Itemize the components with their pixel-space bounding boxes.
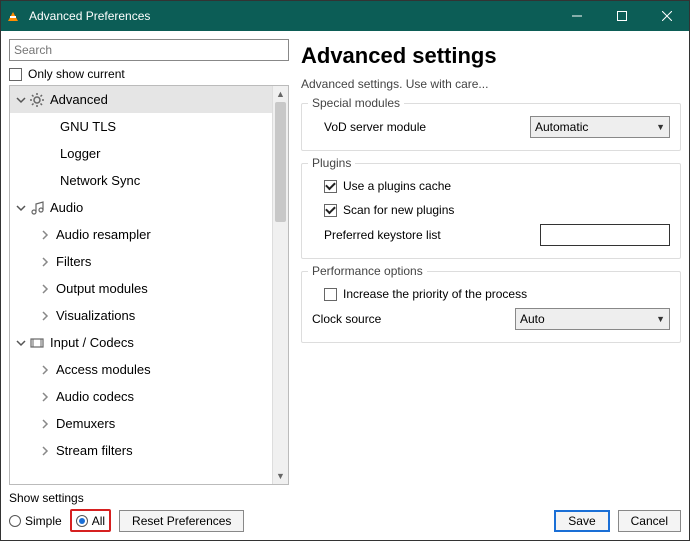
- chevron-right-icon: [38, 365, 52, 375]
- tree-item-stream-filters[interactable]: Stream filters: [10, 437, 272, 464]
- gear-icon: [28, 92, 46, 108]
- chevron-down-icon: ▼: [656, 314, 665, 324]
- chevron-down-icon: ▼: [656, 122, 665, 132]
- chevron-right-icon: [38, 419, 52, 429]
- group-plugins: Plugins Use a plugins cache Scan for new…: [301, 163, 681, 259]
- tree-item-logger[interactable]: Logger: [10, 140, 272, 167]
- tree-item-label: Input / Codecs: [46, 335, 134, 350]
- checkbox-icon: [324, 180, 337, 193]
- tree-item-input-codecs[interactable]: Input / Codecs: [10, 329, 272, 356]
- combo-value: Automatic: [535, 120, 588, 134]
- tree-item-label: Visualizations: [52, 308, 135, 323]
- tree-item-advanced[interactable]: Advanced: [10, 86, 272, 113]
- tree-item-label: Filters: [52, 254, 91, 269]
- tree-item-audio-codecs[interactable]: Audio codecs: [10, 383, 272, 410]
- titlebar: Advanced Preferences: [1, 1, 689, 31]
- tree-item-label: Audio: [46, 200, 83, 215]
- chevron-right-icon: [38, 284, 52, 294]
- chevron-down-icon: [14, 338, 28, 348]
- clock-source-label: Clock source: [312, 312, 515, 326]
- chevron-right-icon: [38, 257, 52, 267]
- tree-item-gnu-tls[interactable]: GNU TLS: [10, 113, 272, 140]
- tree-item-audio[interactable]: Audio: [10, 194, 272, 221]
- show-settings-simple-radio[interactable]: Simple: [9, 514, 62, 528]
- only-show-current-label: Only show current: [28, 67, 125, 81]
- tree-item-label: Audio resampler: [52, 227, 151, 242]
- group-performance: Performance options Increase the priorit…: [301, 271, 681, 343]
- tree-item-access-modules[interactable]: Access modules: [10, 356, 272, 383]
- tree-scrollbar[interactable]: ▲ ▼: [272, 86, 288, 484]
- tree-item-label: Stream filters: [52, 443, 133, 458]
- codec-icon: [28, 335, 46, 351]
- close-button[interactable]: [644, 1, 689, 31]
- tree-item-filters[interactable]: Filters: [10, 248, 272, 275]
- chevron-right-icon: [38, 230, 52, 240]
- tree-item-label: Access modules: [52, 362, 151, 377]
- scan-new-plugins-checkbox[interactable]: Scan for new plugins: [312, 198, 670, 222]
- tree-item-label: GNU TLS: [56, 119, 116, 134]
- chevron-down-icon: [14, 95, 28, 105]
- tree-item-audio-resampler[interactable]: Audio resampler: [10, 221, 272, 248]
- tree-item-label: Logger: [56, 146, 100, 161]
- tree-item-visualizations[interactable]: Visualizations: [10, 302, 272, 329]
- checkbox-icon: [324, 204, 337, 217]
- vod-server-module-label: VoD server module: [312, 120, 530, 134]
- tree-item-label: Network Sync: [56, 173, 140, 188]
- chevron-right-icon: [38, 446, 52, 456]
- preferred-keystore-input[interactable]: [540, 224, 670, 246]
- radio-icon: [76, 515, 88, 527]
- cancel-button[interactable]: Cancel: [618, 510, 681, 532]
- tree-item-demuxers[interactable]: Demuxers: [10, 410, 272, 437]
- vod-server-module-combo[interactable]: Automatic ▼: [530, 116, 670, 138]
- maximize-button[interactable]: [599, 1, 644, 31]
- group-legend: Special modules: [308, 96, 404, 110]
- chevron-right-icon: [38, 311, 52, 321]
- tree-item-output-modules[interactable]: Output modules: [10, 275, 272, 302]
- chevron-right-icon: [38, 392, 52, 402]
- scroll-down-arrow-icon: ▼: [273, 468, 288, 484]
- group-special-modules: Special modules VoD server module Automa…: [301, 103, 681, 151]
- group-legend: Performance options: [308, 264, 427, 278]
- app-icon: [1, 12, 25, 21]
- tree-item-label: Advanced: [46, 92, 108, 107]
- show-settings-label: Show settings: [9, 491, 244, 505]
- tree-item-label: Audio codecs: [52, 389, 134, 404]
- use-plugins-cache-checkbox[interactable]: Use a plugins cache: [312, 174, 670, 198]
- tree-item-network-sync[interactable]: Network Sync: [10, 167, 272, 194]
- category-tree: Advanced GNU TLS Logger Network Sync Aud…: [9, 85, 289, 485]
- tree-item-label: Demuxers: [52, 416, 115, 431]
- audio-icon: [28, 200, 46, 216]
- combo-value: Auto: [520, 312, 545, 326]
- checkbox-icon: [9, 68, 22, 81]
- search-input[interactable]: [9, 39, 289, 61]
- highlight-annotation: All: [70, 509, 111, 532]
- checkbox-label: Use a plugins cache: [343, 179, 451, 193]
- show-settings-all-radio[interactable]: All: [76, 514, 105, 528]
- tree-item-label: Output modules: [52, 281, 148, 296]
- checkbox-label: Increase the priority of the process: [343, 287, 527, 301]
- minimize-button[interactable]: [554, 1, 599, 31]
- clock-source-combo[interactable]: Auto ▼: [515, 308, 670, 330]
- reset-preferences-button[interactable]: Reset Preferences: [119, 510, 244, 532]
- scroll-up-arrow-icon: ▲: [273, 86, 288, 102]
- page-subtitle: Advanced settings. Use with care...: [301, 77, 681, 91]
- radio-label: All: [92, 514, 105, 528]
- window-title: Advanced Preferences: [25, 9, 554, 23]
- radio-label: Simple: [25, 514, 62, 528]
- only-show-current-checkbox[interactable]: Only show current: [9, 67, 289, 81]
- scroll-thumb[interactable]: [275, 102, 286, 222]
- preferred-keystore-label: Preferred keystore list: [312, 228, 540, 242]
- radio-icon: [9, 515, 21, 527]
- page-title: Advanced settings: [301, 43, 681, 69]
- checkbox-icon: [324, 288, 337, 301]
- group-legend: Plugins: [308, 156, 355, 170]
- checkbox-label: Scan for new plugins: [343, 203, 454, 217]
- increase-priority-checkbox[interactable]: Increase the priority of the process: [312, 282, 670, 306]
- chevron-down-icon: [14, 203, 28, 213]
- save-button[interactable]: Save: [554, 510, 609, 532]
